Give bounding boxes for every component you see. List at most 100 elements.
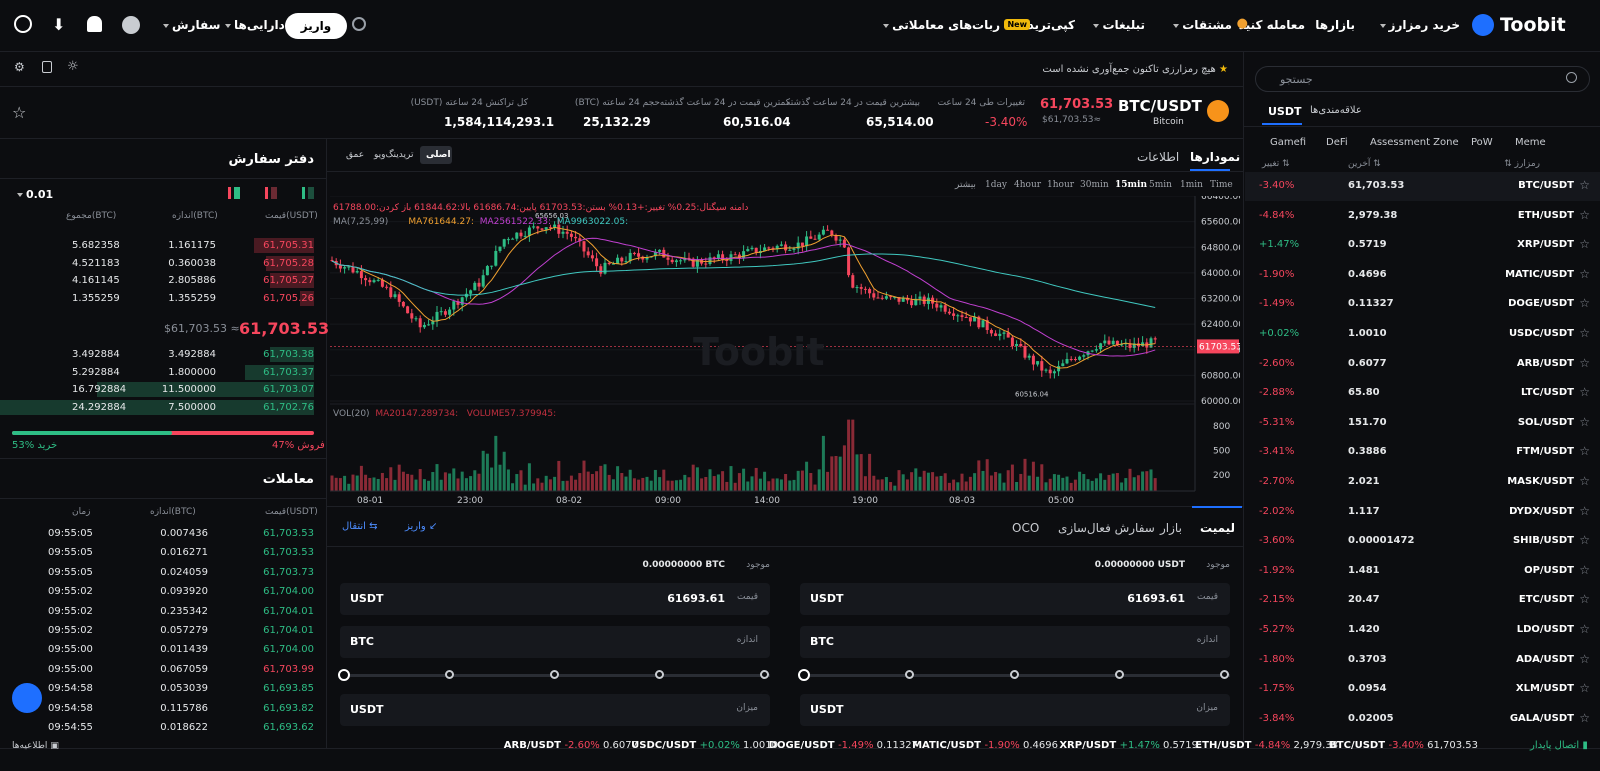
interval-5[interactable]: 1hour xyxy=(1047,180,1074,190)
market-row[interactable]: ☆ FTM/USDT 0.3886 -3.41% xyxy=(1245,438,1600,467)
chart-mode-depth[interactable]: عمق xyxy=(346,150,364,160)
market-star-icon[interactable]: ☆ xyxy=(1579,622,1590,636)
nav-markets[interactable]: بازارها xyxy=(1315,18,1355,32)
orderbook-bid-row[interactable]: 61,703.38 3.492884 3.492884 xyxy=(0,346,326,363)
sell-slider-stop[interactable] xyxy=(760,670,769,679)
market-star-icon[interactable]: ☆ xyxy=(1579,652,1590,666)
market-star-icon[interactable]: ☆ xyxy=(1579,444,1590,458)
star-icon[interactable]: ★ xyxy=(1219,64,1228,75)
market-category-2[interactable]: Assessment Zone xyxy=(1370,137,1459,148)
market-row[interactable]: ☆ ADA/USDT 0.3703 -1.80% xyxy=(1245,646,1600,675)
buy-slider-stop[interactable] xyxy=(1010,670,1019,679)
market-header-change[interactable]: تغییر ⇅ xyxy=(1262,159,1290,169)
nav-assets[interactable]: دارایی‌ها xyxy=(222,18,285,32)
market-star-icon[interactable]: ☆ xyxy=(1579,178,1590,192)
bottom-ticker[interactable]: ARB/USDT -2.60% 0.6077 xyxy=(504,740,638,751)
market-star-icon[interactable]: ☆ xyxy=(1579,592,1590,606)
tab-oco[interactable]: OCO xyxy=(1012,521,1039,535)
market-star-icon[interactable]: ☆ xyxy=(1579,208,1590,222)
bottom-ticker[interactable]: BTC/USDT -3.40% 61,703.53 xyxy=(1329,740,1478,751)
bell-icon[interactable] xyxy=(87,16,102,32)
market-star-icon[interactable]: ☆ xyxy=(1579,681,1590,695)
market-tab-usdt[interactable]: USDT xyxy=(1268,105,1302,118)
market-search-placeholder[interactable]: جستجو xyxy=(1280,73,1313,86)
buy-price-input[interactable]: قیمت 61693.61 USDT xyxy=(800,583,1230,615)
nav-buy-crypto[interactable]: خرید رمزارز xyxy=(1377,18,1460,32)
nav-orders[interactable]: سفارش xyxy=(160,18,220,32)
market-star-icon[interactable]: ☆ xyxy=(1579,533,1590,547)
toobit-logo-icon[interactable] xyxy=(1472,14,1494,36)
orderbook-bid-row[interactable]: 61,703.37 1.800000 5.292884 xyxy=(0,364,326,381)
orderbook-bid-row[interactable]: 61,703.07 11.500000 16.792884 xyxy=(0,381,326,398)
market-star-icon[interactable]: ☆ xyxy=(1579,504,1590,518)
interval-3[interactable]: 15min xyxy=(1115,180,1147,190)
favorite-star-icon[interactable]: ☆ xyxy=(12,103,26,122)
support-headset-icon[interactable] xyxy=(12,683,42,713)
market-row[interactable]: ☆ ETH/USDT 2,979.38 -4.84% xyxy=(1245,202,1600,231)
interval-2[interactable]: 5min xyxy=(1149,180,1172,190)
sell-slider-stop[interactable] xyxy=(338,669,350,681)
sell-amount-input[interactable]: میزان USDT xyxy=(340,694,770,726)
orderbook-ask-row[interactable]: 61,705.26 1.355259 1.355259 xyxy=(0,290,326,307)
buy-price-value[interactable]: 61693.61 xyxy=(1127,592,1185,605)
tab-market[interactable]: بازار xyxy=(1160,521,1182,535)
market-star-icon[interactable]: ☆ xyxy=(1579,326,1590,340)
sell-slider-stop[interactable] xyxy=(550,670,559,679)
chart-mode-original[interactable]: اصلی xyxy=(426,150,451,160)
buy-slider-stop[interactable] xyxy=(798,669,810,681)
market-star-icon[interactable]: ☆ xyxy=(1579,237,1590,251)
tab-limit[interactable]: لیمیت xyxy=(1200,521,1235,535)
interval-4[interactable]: 30min xyxy=(1080,180,1109,190)
market-star-icon[interactable]: ☆ xyxy=(1579,474,1590,488)
interval-8[interactable]: بیشتر xyxy=(955,180,976,190)
market-row[interactable]: ☆ OP/USDT 1.481 -1.92% xyxy=(1245,557,1600,586)
sell-slider-stop[interactable] xyxy=(445,670,454,679)
market-star-icon[interactable]: ☆ xyxy=(1579,296,1590,310)
notices-link[interactable]: اطلاعیه‌ها ▣ xyxy=(12,741,59,751)
buy-slider-stop[interactable] xyxy=(1220,670,1229,679)
market-star-icon[interactable]: ☆ xyxy=(1579,711,1590,725)
market-star-icon[interactable]: ☆ xyxy=(1579,267,1590,281)
buy-slider-stop[interactable] xyxy=(905,670,914,679)
nav-trading-bots[interactable]: New ربات‌های معاملاتی xyxy=(880,18,1030,32)
buy-size-slider[interactable] xyxy=(798,669,1230,681)
bottom-ticker[interactable]: DOGE/USDT -1.49% 0.11327 xyxy=(769,740,918,751)
bottom-ticker[interactable]: USDC/USDT +0.02% 1.0010 xyxy=(631,740,778,751)
market-row[interactable]: ☆ LTC/USDT 65.80 -2.88% xyxy=(1245,379,1600,408)
market-star-icon[interactable]: ☆ xyxy=(1579,563,1590,577)
market-row[interactable]: ☆ ARB/USDT 0.6077 -2.60% xyxy=(1245,350,1600,379)
interval-1[interactable]: 1min xyxy=(1180,180,1203,190)
bottom-ticker[interactable]: XRP/USDT +1.47% 0.5719 xyxy=(1059,740,1198,751)
bottom-ticker[interactable]: MATIC/USDT -1.90% 0.4696 xyxy=(912,740,1058,751)
tab-charts[interactable]: نمودارها xyxy=(1190,150,1240,164)
market-row[interactable]: ☆ DYDX/USDT 1.117 -2.02% xyxy=(1245,498,1600,527)
buy-amount-input[interactable]: میزان USDT xyxy=(800,694,1230,726)
market-row[interactable]: ☆ MATIC/USDT 0.4696 -1.90% xyxy=(1245,261,1600,290)
form-transfer-link[interactable]: انتقال ⇆ xyxy=(342,521,378,532)
orderbook-mode-both-icon[interactable] xyxy=(228,187,240,199)
download-icon[interactable]: ⬇ xyxy=(52,15,65,34)
market-row[interactable]: ☆ XLM/USDT 0.0954 -1.75% xyxy=(1245,675,1600,704)
market-category-4[interactable]: Meme xyxy=(1515,137,1546,148)
orderbook-step-select[interactable]: 0.01 xyxy=(14,188,53,201)
sell-price-value[interactable]: 61693.61 xyxy=(667,592,725,605)
orderbook-bid-row[interactable]: 61,702.76 7.500000 24.292884 xyxy=(0,399,326,416)
market-row[interactable]: ☆ ETC/USDT 20.47 -2.15% xyxy=(1245,586,1600,615)
market-row[interactable]: ☆ BTC/USDT 61,703.53 -3.40% xyxy=(1245,172,1600,201)
search-icon[interactable] xyxy=(352,17,366,31)
deposit-button[interactable]: واریز xyxy=(285,13,347,39)
globe-icon[interactable] xyxy=(14,15,32,33)
chart-mode-tradingview[interactable]: تریدینگ‌ویو xyxy=(374,150,413,160)
bottom-ticker[interactable]: ETH/USDT -4.84% 2,979.38 xyxy=(1195,740,1338,751)
market-row[interactable]: ☆ USDC/USDT 1.0010 +0.02% xyxy=(1245,320,1600,349)
orderbook-ask-row[interactable]: 61,705.27 2.805886 4.161145 xyxy=(0,272,326,289)
buy-size-input[interactable]: اندازه BTC xyxy=(800,626,1230,658)
market-row[interactable]: ☆ GALA/USDT 0.02005 -3.84% xyxy=(1245,705,1600,734)
market-row[interactable]: ☆ SHIB/USDT 0.00001472 -3.60% xyxy=(1245,527,1600,556)
market-row[interactable]: ☆ MASK/USDT 2.021 -2.70% xyxy=(1245,468,1600,497)
settings-icon[interactable]: ⚙ xyxy=(14,60,25,74)
nav-promotions[interactable]: تبلیغات xyxy=(1090,18,1145,32)
interval-0[interactable]: Time xyxy=(1210,180,1233,190)
theme-sun-icon[interactable]: ☼ xyxy=(67,59,79,74)
market-header-symbol[interactable]: رمزارز ⇅ xyxy=(1504,159,1540,169)
